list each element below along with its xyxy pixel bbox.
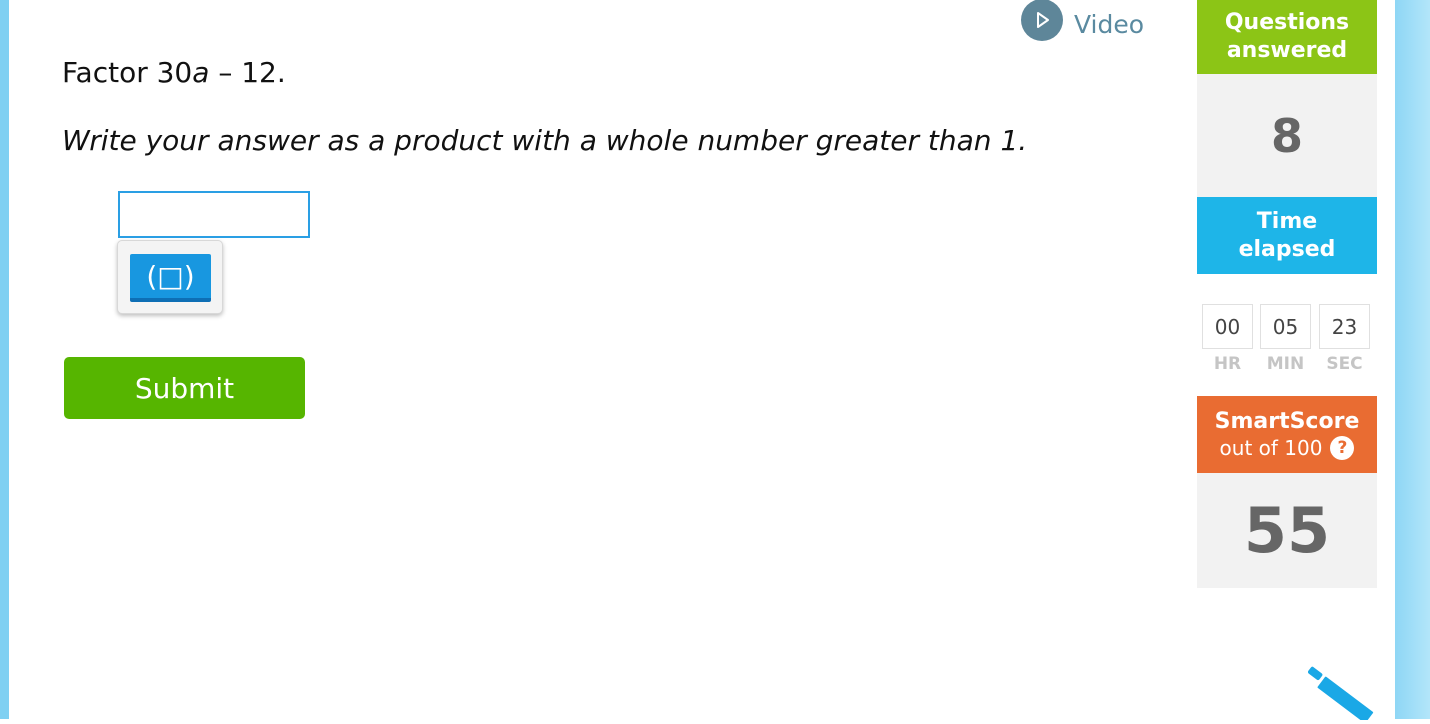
time-elapsed-label-1: Time bbox=[1256, 208, 1318, 234]
question-prefix: Factor 30 bbox=[62, 56, 193, 89]
question-text: Factor 30a – 12. bbox=[62, 56, 286, 89]
play-icon bbox=[1021, 0, 1063, 41]
timer-seconds-label: SEC bbox=[1326, 354, 1363, 374]
parentheses-button[interactable]: (□) bbox=[130, 254, 211, 302]
answer-input[interactable] bbox=[118, 191, 310, 238]
timer-hours-label: HR bbox=[1213, 354, 1242, 374]
timer-minutes: 05 bbox=[1260, 304, 1311, 349]
smartscore-title: SmartScore bbox=[1214, 408, 1360, 434]
question-suffix: – 12. bbox=[209, 56, 286, 89]
help-circle-icon[interactable]: ? bbox=[1330, 435, 1355, 460]
submit-button[interactable]: Submit bbox=[64, 357, 305, 419]
smartscore-value: 55 bbox=[1197, 473, 1377, 588]
pencil-icon[interactable] bbox=[1307, 660, 1388, 724]
right-edge-bar bbox=[1395, 0, 1430, 719]
math-keypad: (□) bbox=[117, 240, 223, 314]
smartscore-header: SmartScore out of 100 ? bbox=[1197, 396, 1377, 473]
instruction-text: Write your answer as a product with a wh… bbox=[62, 124, 1028, 157]
questions-answered-label-1: Questions bbox=[1224, 10, 1350, 35]
timer-minutes-label: MIN bbox=[1266, 354, 1305, 374]
video-label: Video bbox=[1074, 9, 1145, 39]
left-edge-bar bbox=[0, 0, 9, 719]
questions-answered-header: Questions answered bbox=[1197, 0, 1377, 74]
questions-answered-value: 8 bbox=[1197, 74, 1377, 197]
timer-seconds: 23 bbox=[1319, 304, 1370, 349]
smartscore-subtitle: out of 100 bbox=[1219, 435, 1323, 460]
question-variable: a bbox=[192, 56, 210, 89]
time-elapsed-header: Time elapsed bbox=[1197, 197, 1377, 274]
smartscore-subtitle-row: out of 100 ? bbox=[1220, 435, 1355, 461]
time-elapsed-label-2: elapsed bbox=[1238, 236, 1336, 262]
timer-hours: 00 bbox=[1202, 304, 1253, 349]
video-link[interactable]: Video bbox=[1021, 0, 1144, 44]
questions-answered-label-2: answered bbox=[1226, 38, 1348, 63]
